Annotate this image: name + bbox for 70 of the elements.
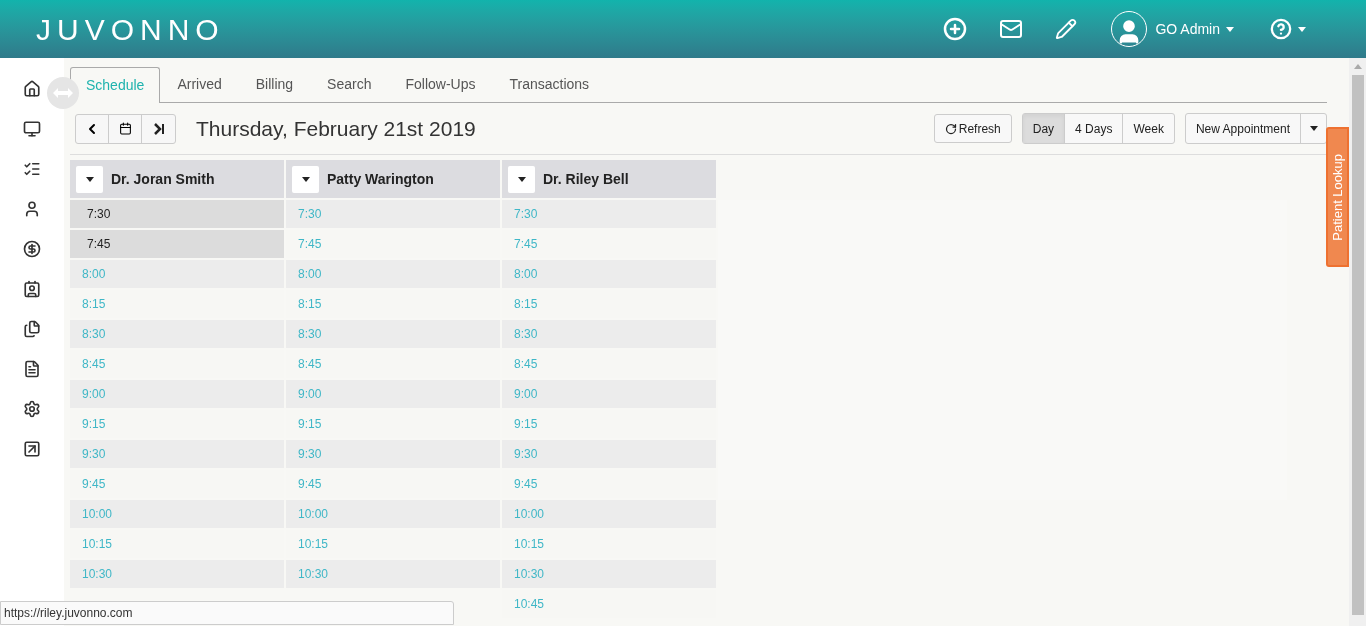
time-slot[interactable]: 9:30 <box>502 440 716 468</box>
help-menu[interactable] <box>1270 18 1306 40</box>
time-slot[interactable]: 9:00 <box>502 380 716 408</box>
caret-icon <box>85 176 94 182</box>
contact-book-icon[interactable] <box>23 280 41 298</box>
caret-icon <box>1309 126 1318 131</box>
list-icon[interactable] <box>23 160 41 178</box>
time-slot[interactable]: 10:30 <box>70 560 284 588</box>
time-slot[interactable]: 8:30 <box>286 320 500 348</box>
time-slot[interactable]: 9:00 <box>70 380 284 408</box>
provider-dropdown[interactable] <box>292 165 319 193</box>
view-toggle[interactable]: 4 Days <box>1065 114 1124 143</box>
files-icon[interactable] <box>23 320 41 338</box>
caret-icon <box>301 176 310 182</box>
refresh-icon <box>944 122 957 135</box>
status-url: https://riley.juvonno.com <box>0 601 454 625</box>
time-slot[interactable]: 7:30 <box>286 200 500 228</box>
skip-to-end-icon <box>152 122 165 135</box>
provider-dropdown[interactable] <box>508 165 535 193</box>
caret-icon <box>1226 26 1234 32</box>
settings-icon[interactable] <box>23 400 41 418</box>
time-slot[interactable]: 7:30 <box>502 200 716 228</box>
home-icon[interactable] <box>23 80 41 98</box>
tab[interactable]: Follow-Ups <box>388 66 493 102</box>
time-slot[interactable]: 9:30 <box>286 440 500 468</box>
tab[interactable]: Transactions <box>492 66 607 102</box>
time-slot[interactable]: 10:30 <box>502 560 716 588</box>
document-icon[interactable] <box>23 360 41 378</box>
time-slot[interactable]: 7:45 <box>70 230 284 258</box>
user-menu[interactable]: GO Admin <box>1155 18 1234 40</box>
time-slot[interactable]: 10:00 <box>502 500 716 528</box>
tab[interactable]: Schedule <box>70 67 161 103</box>
monitor-icon[interactable] <box>23 120 41 138</box>
patient-lookup-tab[interactable]: Patient Lookup <box>1326 127 1349 267</box>
view-toggle[interactable]: Week <box>1123 114 1174 143</box>
new-appointment-button[interactable]: New Appointment <box>1185 114 1301 143</box>
time-slot[interactable]: 8:30 <box>70 320 284 348</box>
tab[interactable]: Billing <box>238 66 311 102</box>
scrollbar[interactable] <box>1349 58 1366 626</box>
calendar-icon <box>118 122 132 135</box>
dollar-icon[interactable] <box>23 240 41 258</box>
provider-name: Dr. Joran Smith <box>111 169 215 189</box>
time-slot[interactable]: 8:00 <box>502 260 716 288</box>
view-toggle[interactable]: Day <box>1022 114 1066 143</box>
time-slot[interactable]: 10:00 <box>286 500 500 528</box>
caret-icon <box>1353 64 1362 69</box>
time-slot[interactable]: 10:30 <box>286 560 500 588</box>
time-slot[interactable]: 7:30 <box>70 200 284 228</box>
provider-name: Patty Warington <box>327 169 434 189</box>
date-title: Thursday, February 21st 2019 <box>196 115 476 142</box>
time-slot[interactable]: 10:00 <box>70 500 284 528</box>
caret-icon <box>517 176 526 182</box>
refresh-button[interactable]: Refresh <box>933 114 1012 143</box>
mail-icon[interactable] <box>999 17 1024 41</box>
time-slot[interactable]: 8:30 <box>502 320 716 348</box>
resize-handle-icon[interactable] <box>47 77 79 109</box>
caret-icon <box>1298 26 1306 32</box>
time-slot[interactable]: 9:00 <box>286 380 500 408</box>
time-slot[interactable]: 8:00 <box>70 260 284 288</box>
provider-dropdown[interactable] <box>76 165 103 193</box>
logo[interactable]: JUVONNO <box>36 6 225 52</box>
tab[interactable]: Arrived <box>160 66 239 102</box>
provider-name: Dr. Riley Bell <box>543 169 629 189</box>
tab[interactable]: Search <box>310 66 389 102</box>
person-icon[interactable] <box>23 200 41 218</box>
add-icon[interactable] <box>943 17 968 41</box>
external-link-icon[interactable] <box>23 440 41 458</box>
pencil-icon[interactable] <box>1055 18 1078 40</box>
time-slot[interactable]: 9:30 <box>70 440 284 468</box>
time-slot[interactable]: 8:00 <box>286 260 500 288</box>
